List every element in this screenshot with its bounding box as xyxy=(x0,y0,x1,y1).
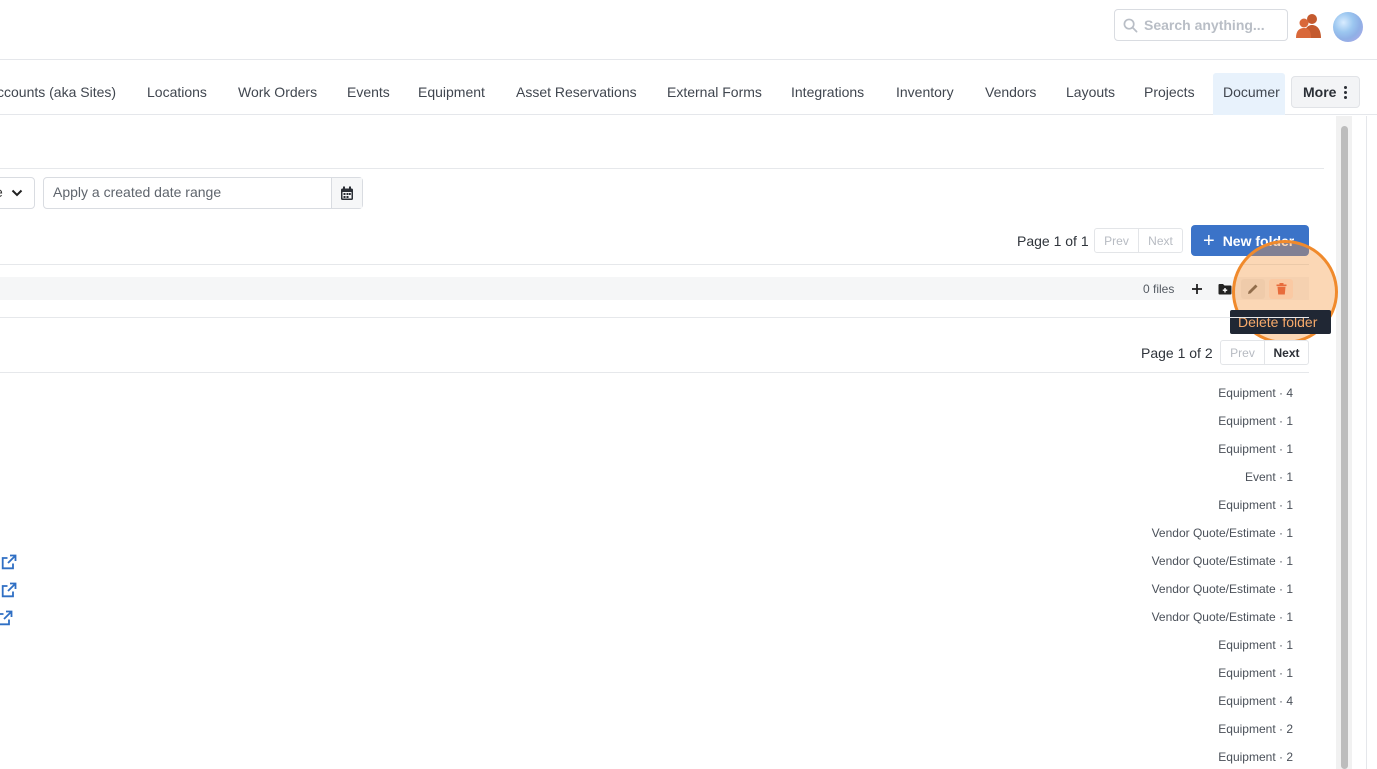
folder-plus-icon xyxy=(1218,284,1232,295)
avatar[interactable] xyxy=(1333,12,1363,42)
files-divider xyxy=(0,372,1309,373)
list-item[interactable]: Equipment · 1 xyxy=(1218,498,1293,512)
list-item[interactable]: Vendor Quote/Estimate · 1 xyxy=(1152,582,1293,596)
global-search[interactable] xyxy=(1114,9,1288,41)
nav-item-events[interactable]: Events xyxy=(347,61,390,115)
external-link-icon[interactable] xyxy=(1,554,17,570)
folder-row[interactable] xyxy=(0,277,1309,300)
folders-prev-button[interactable]: Prev xyxy=(1094,228,1139,253)
calendar-button[interactable] xyxy=(331,178,362,208)
nav-item-asset-reservations[interactable]: Asset Reservations xyxy=(516,61,637,115)
list-item[interactable]: Equipment · 4 xyxy=(1218,694,1293,708)
list-item[interactable]: Event · 1 xyxy=(1245,470,1293,484)
list-item[interactable]: Equipment · 2 xyxy=(1218,750,1293,764)
list-item[interactable]: Vendor Quote/Estimate · 1 xyxy=(1152,526,1293,540)
add-file-button[interactable] xyxy=(1189,281,1205,297)
nav-item-accounts[interactable]: ccounts (aka Sites) xyxy=(0,61,116,115)
nav-item-inventory[interactable]: Inventory xyxy=(896,61,954,115)
files-next-button[interactable]: Next xyxy=(1264,340,1309,365)
section-divider xyxy=(0,168,1324,169)
folders-page-indicator: Page 1 of 1 xyxy=(1017,233,1089,249)
nav-item-external-forms[interactable]: External Forms xyxy=(667,61,762,115)
nav-item-documents[interactable]: Documer xyxy=(1213,73,1285,115)
add-subfolder-button[interactable] xyxy=(1217,281,1233,297)
scrollbar-thumb[interactable] xyxy=(1341,126,1348,769)
nav-item-locations[interactable]: Locations xyxy=(147,61,207,115)
folder-files-count: 0 files xyxy=(1143,282,1175,296)
filter-select[interactable]: e xyxy=(0,177,35,209)
external-link-icon[interactable] xyxy=(1,582,17,598)
date-range-input[interactable] xyxy=(53,184,323,200)
folders-divider xyxy=(0,264,1309,265)
users-icon[interactable] xyxy=(1295,13,1323,39)
search-input[interactable] xyxy=(1144,17,1284,33)
more-menu-button[interactable]: More xyxy=(1291,76,1360,108)
nav-item-work-orders[interactable]: Work Orders xyxy=(238,61,317,115)
nav-item-integrations[interactable]: Integrations xyxy=(791,61,864,115)
created-date-range-field[interactable] xyxy=(43,177,363,209)
plus-icon xyxy=(1192,284,1202,294)
files-page-indicator: Page 1 of 2 xyxy=(1141,345,1213,361)
list-item[interactable]: Equipment · 1 xyxy=(1218,414,1293,428)
page-edge-divider xyxy=(1366,116,1367,769)
delete-folder-tooltip: Delete folder xyxy=(1230,310,1331,334)
plus-icon: + xyxy=(1203,229,1215,252)
top-bar xyxy=(0,0,1377,60)
nav-item-projects[interactable]: Projects xyxy=(1144,61,1195,115)
search-icon xyxy=(1123,18,1138,32)
list-item[interactable]: Vendor Quote/Estimate · 1 xyxy=(1152,610,1293,624)
folder-list-divider xyxy=(0,317,1309,318)
filter-select-value: e xyxy=(0,184,3,200)
main-nav: ccounts (aka Sites) Locations Work Order… xyxy=(0,61,1377,115)
list-item[interactable]: Equipment · 4 xyxy=(1218,386,1293,400)
list-item[interactable]: Equipment · 1 xyxy=(1218,666,1293,680)
kebab-icon xyxy=(1344,85,1348,99)
more-label: More xyxy=(1303,84,1337,100)
calendar-icon xyxy=(341,186,353,200)
nav-item-vendors[interactable]: Vendors xyxy=(985,61,1036,115)
external-link-icon[interactable] xyxy=(0,610,13,626)
list-item[interactable]: Vendor Quote/Estimate · 1 xyxy=(1152,554,1293,568)
list-item[interactable]: Equipment · 1 xyxy=(1218,638,1293,652)
nav-item-layouts[interactable]: Layouts xyxy=(1066,61,1115,115)
files-prev-button[interactable]: Prev xyxy=(1220,340,1265,365)
chevron-down-icon xyxy=(11,189,23,197)
nav-item-equipment[interactable]: Equipment xyxy=(418,61,485,115)
list-item[interactable]: Equipment · 1 xyxy=(1218,442,1293,456)
folders-next-button[interactable]: Next xyxy=(1138,228,1183,253)
list-item[interactable]: Equipment · 2 xyxy=(1218,722,1293,736)
